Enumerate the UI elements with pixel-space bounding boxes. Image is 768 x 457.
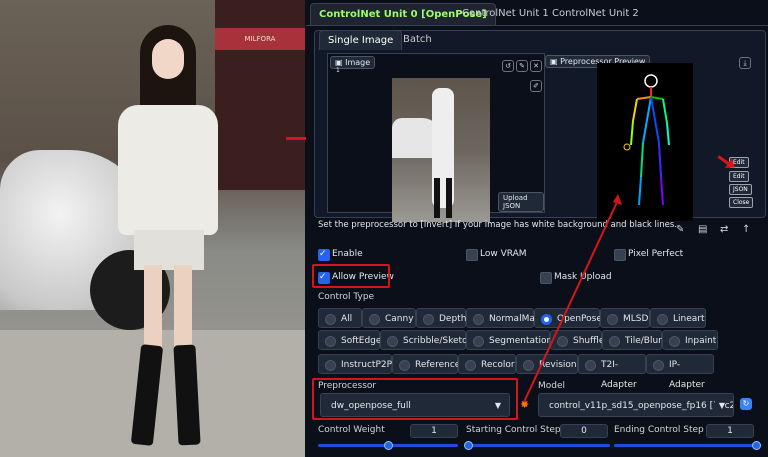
start-step-slider[interactable] [466, 444, 610, 447]
end-step-knob[interactable] [752, 441, 761, 450]
start-step-input[interactable]: 0 [560, 424, 608, 438]
control-weight-knob[interactable] [384, 441, 393, 450]
control-weight-label: Control Weight [318, 425, 385, 435]
controlnet-panel: ControlNet Unit 0 [OpenPose] ControlNet … [306, 0, 768, 457]
end-step-label: Ending Control Step [614, 425, 704, 435]
shop-sign: MILFORA [215, 28, 305, 50]
annotation-arrow-long [523, 194, 622, 403]
start-step-knob[interactable] [464, 441, 473, 450]
control-weight-input[interactable]: 1 [410, 424, 458, 438]
reference-photo: MILFORA [0, 0, 305, 457]
end-step-input[interactable]: 1 [706, 424, 754, 438]
model-person [108, 25, 228, 446]
end-step-slider[interactable] [614, 444, 758, 447]
start-step-label: Starting Control Step [466, 425, 561, 435]
